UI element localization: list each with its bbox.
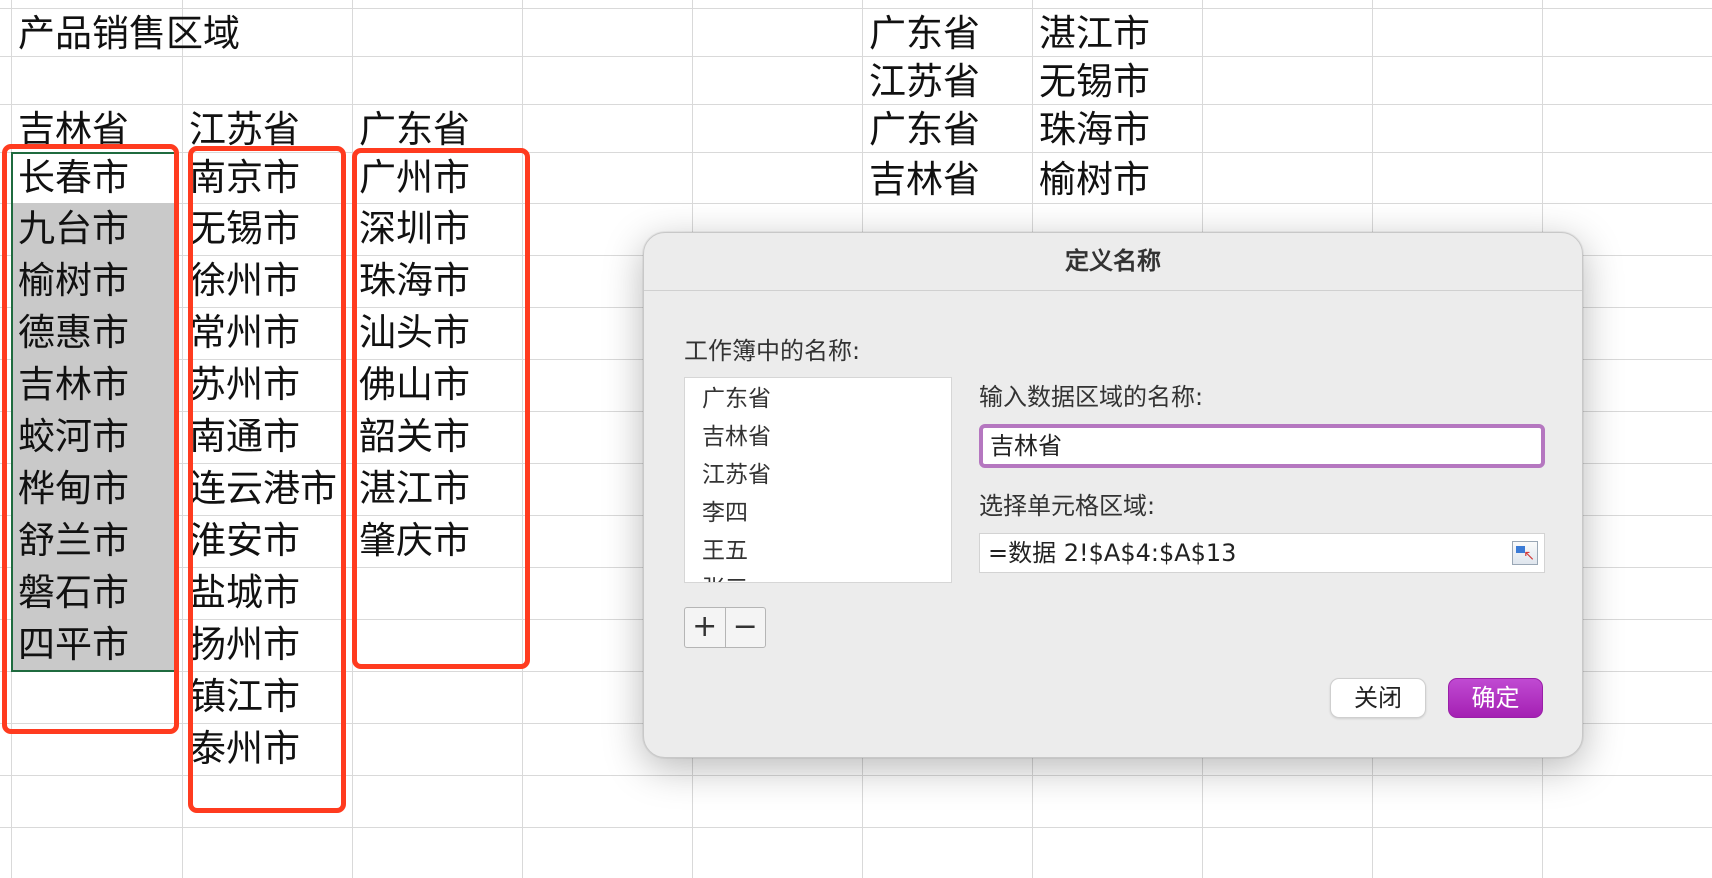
cell-province[interactable]: 吉林省 <box>862 154 980 205</box>
list-item[interactable]: 吉林省 <box>685 418 951 456</box>
close-button[interactable]: 关闭 <box>1330 678 1426 718</box>
cell-province[interactable]: 广东省 <box>862 8 980 59</box>
highlight-box-col-c <box>352 148 530 669</box>
names-list[interactable]: 广东省 吉林省 江苏省 李四 王五 张三 <box>684 377 952 583</box>
cell-city[interactable]: 湛江市 <box>1032 8 1150 59</box>
range-label: 选择单元格区域: <box>979 492 1156 520</box>
collapse-dialog-icon[interactable]: ↖ <box>1512 541 1538 565</box>
names-label: 工作簿中的名称: <box>684 337 861 365</box>
cell-city[interactable]: 珠海市 <box>1032 104 1150 155</box>
remove-name-button[interactable]: − <box>724 608 766 647</box>
cell-province[interactable]: 江苏省 <box>862 56 980 107</box>
list-item[interactable]: 张三 <box>685 570 951 582</box>
list-item[interactable]: 江苏省 <box>685 456 951 494</box>
cell-city[interactable]: 榆树市 <box>1032 154 1150 205</box>
add-name-button[interactable]: + <box>685 608 725 647</box>
cell-city[interactable]: 无锡市 <box>1032 56 1150 107</box>
range-value: =数据 2!$A$4:$A$13 <box>988 539 1237 567</box>
list-item[interactable]: 李四 <box>685 494 951 532</box>
cell-province[interactable]: 广东省 <box>862 104 980 155</box>
grid-line <box>0 827 1712 828</box>
name-input-label: 输入数据区域的名称: <box>979 383 1204 411</box>
highlight-box-col-a <box>2 144 179 734</box>
highlight-box-col-b <box>188 146 346 813</box>
list-item[interactable]: 广东省 <box>685 380 951 418</box>
sheet-title[interactable]: 产品销售区域 <box>11 8 240 59</box>
list-item[interactable]: 王五 <box>685 532 951 570</box>
range-input[interactable]: =数据 2!$A$4:$A$13 ↖ <box>979 533 1545 573</box>
dialog-title: 定义名称 <box>644 233 1582 291</box>
name-input[interactable]: 吉林省 <box>979 424 1545 468</box>
ok-button[interactable]: 确定 <box>1448 678 1543 718</box>
define-name-dialog: 定义名称 工作簿中的名称: 广东省 吉林省 江苏省 李四 王五 张三 + − 输… <box>643 232 1583 758</box>
add-remove-control: + − <box>684 607 766 648</box>
grid-line <box>0 8 1712 9</box>
grid-line <box>0 56 1712 57</box>
